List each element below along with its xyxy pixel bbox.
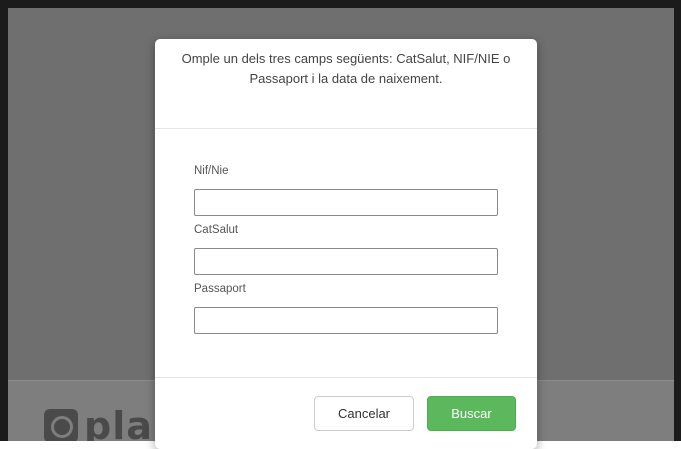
modal-instructions: Omple un dels tres camps següents: CatSa… — [181, 51, 511, 86]
modal-body: Nif/Nie CatSalut Passaport — [155, 129, 537, 334]
cancel-button[interactable]: Cancelar — [314, 396, 414, 431]
passaport-label: Passaport — [194, 283, 246, 295]
nif-nie-label: Nif/Nie — [194, 165, 229, 177]
modal-header: Omple un dels tres camps següents: CatSa… — [155, 39, 537, 129]
search-patient-modal: Omple un dels tres camps següents: CatSa… — [155, 39, 537, 449]
nif-nie-input[interactable] — [194, 189, 498, 216]
modal-footer: Cancelar Buscar — [155, 377, 537, 449]
passaport-input[interactable] — [194, 307, 498, 334]
background-logo: pla — [44, 403, 153, 441]
catsalut-label: CatSalut — [194, 224, 239, 236]
logo-icon — [44, 409, 78, 441]
catsalut-input[interactable] — [194, 248, 498, 275]
search-button[interactable]: Buscar — [427, 396, 516, 431]
logo-text: pla — [84, 404, 153, 441]
